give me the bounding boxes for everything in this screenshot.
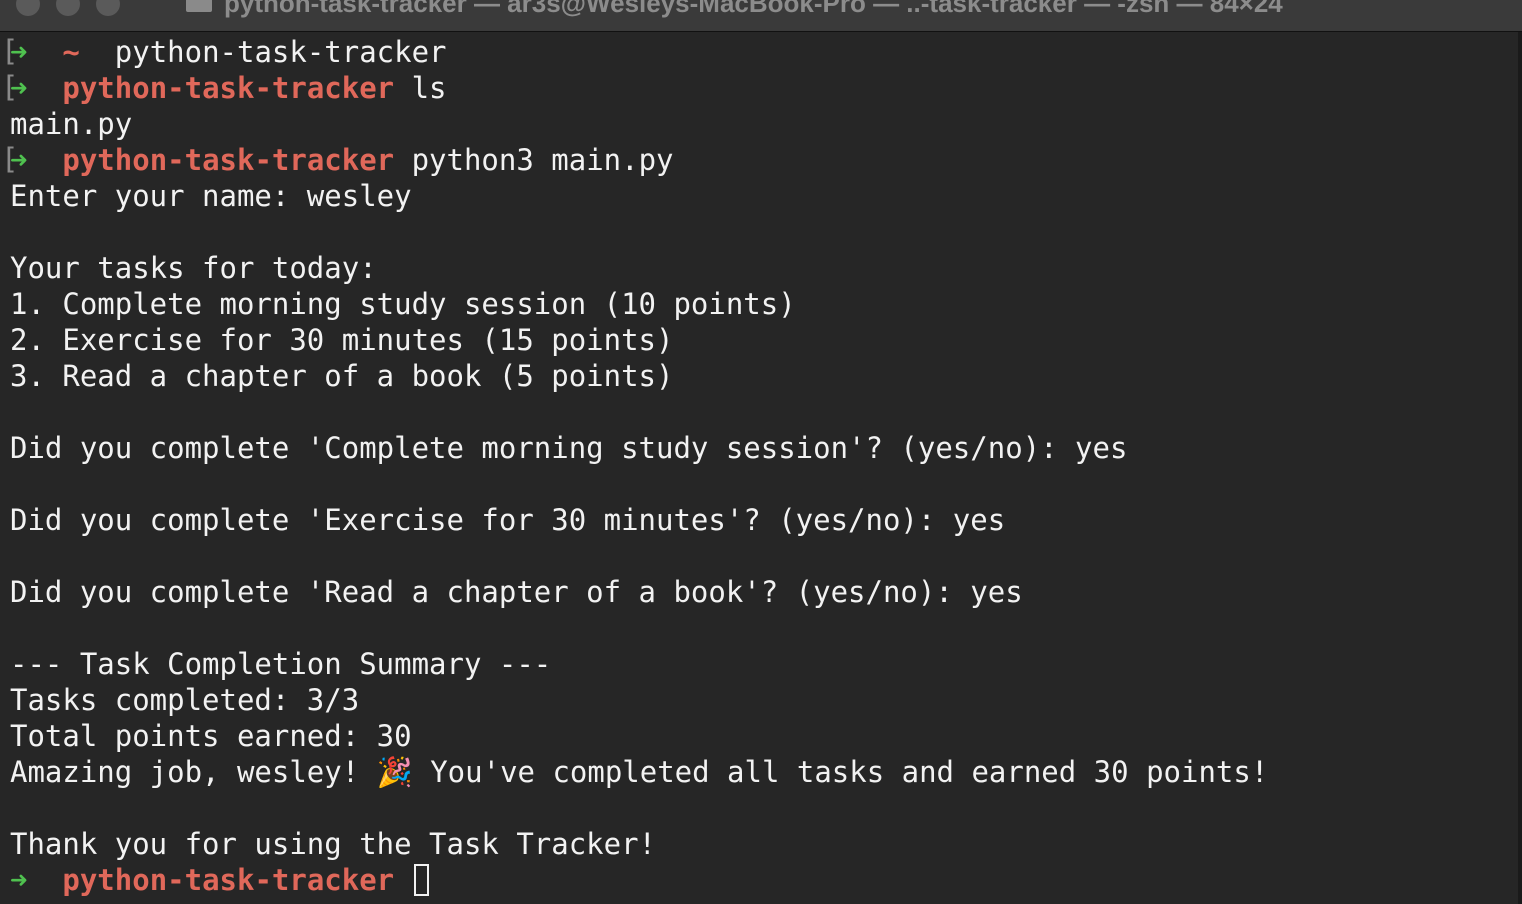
- terminal-output[interactable]: [ ➜ ~ python-task-tracker [ ➜ python-tas…: [0, 32, 1522, 904]
- line-text: Amazing job, wesley!: [10, 755, 377, 789]
- folder-icon: [186, 0, 212, 12]
- window-edge: [1518, 32, 1522, 904]
- terminal-line: Your tasks for today:: [10, 251, 377, 285]
- prompt-arrow-icon: ➜: [10, 71, 28, 105]
- prompt-dir: python-task-tracker: [62, 863, 395, 897]
- terminal-line[interactable]: ➜ python-task-tracker: [10, 862, 429, 898]
- terminal-line: 1. Complete morning study session (10 po…: [10, 287, 796, 321]
- terminal-line: Did you complete 'Complete morning study…: [10, 431, 1128, 465]
- prompt-dir: ~: [62, 35, 80, 69]
- terminal-line: 2. Exercise for 30 minutes (15 points): [10, 323, 674, 357]
- terminal-line: main.py: [10, 107, 133, 141]
- command-text: python3 main.py: [411, 143, 674, 177]
- text-cursor[interactable]: [413, 864, 429, 896]
- prompt-dir: python-task-tracker: [62, 143, 395, 177]
- terminal-line: ➜ ~ python-task-tracker: [10, 34, 447, 70]
- zoom-window-button[interactable]: [96, 0, 120, 16]
- command-text: python-task-tracker: [114, 35, 447, 69]
- terminal-line: --- Task Completion Summary ---: [10, 647, 552, 681]
- prompt-arrow-icon: ➜: [10, 863, 28, 897]
- terminal-line: Thank you for using the Task Tracker!: [10, 827, 657, 861]
- title-bar[interactable]: python-task-tracker — ar3s@Wesleys-MacBo…: [0, 0, 1522, 32]
- terminal-line: Did you complete 'Exercise for 30 minute…: [10, 503, 1006, 537]
- terminal-window: python-task-tracker — ar3s@Wesleys-MacBo…: [0, 0, 1522, 904]
- prompt-arrow-icon: ➜: [10, 143, 28, 177]
- close-window-button[interactable]: [16, 0, 40, 16]
- party-popper-icon: 🎉: [376, 755, 413, 789]
- terminal-line: Enter your name: wesley: [10, 179, 412, 213]
- prompt-arrow-icon: ➜: [10, 35, 28, 69]
- terminal-line: ➜ python-task-tracker ls: [10, 70, 447, 106]
- prompt-dir: python-task-tracker: [62, 71, 395, 105]
- terminal-line: Total points earned: 30: [10, 719, 412, 753]
- line-text: You've completed all tasks and earned 30…: [412, 755, 1269, 789]
- terminal-line: Amazing job, wesley! 🎉 You've completed …: [10, 754, 1268, 790]
- terminal-line: Did you complete 'Read a chapter of a bo…: [10, 575, 1023, 609]
- terminal-line: Tasks completed: 3/3: [10, 683, 360, 717]
- terminal-line: 3. Read a chapter of a book (5 points): [10, 359, 674, 393]
- terminal-line: ➜ python-task-tracker python3 main.py: [10, 142, 674, 178]
- window-title: python-task-tracker — ar3s@Wesleys-MacBo…: [224, 0, 1283, 18]
- minimize-window-button[interactable]: [56, 0, 80, 16]
- command-text: ls: [411, 71, 447, 105]
